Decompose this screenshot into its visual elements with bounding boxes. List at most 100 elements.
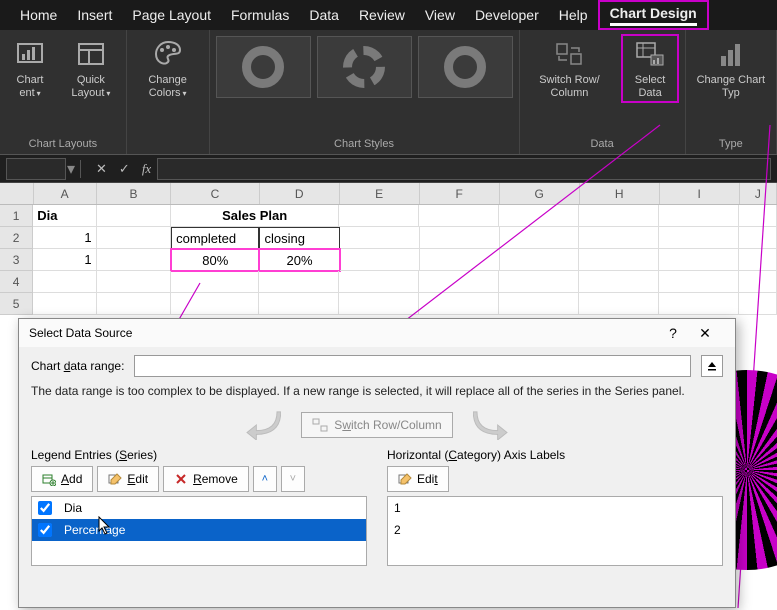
palette-icon bbox=[152, 38, 184, 70]
cell-C2[interactable]: completed bbox=[171, 227, 259, 249]
dialog-close-button[interactable]: ✕ bbox=[685, 325, 725, 342]
series-check-percentage[interactable] bbox=[38, 523, 52, 537]
series-check-dia[interactable] bbox=[38, 501, 52, 515]
series-row-dia[interactable]: Dia bbox=[32, 497, 366, 519]
cell-B2[interactable] bbox=[97, 227, 171, 249]
formula-input[interactable] bbox=[157, 158, 771, 180]
row-4[interactable]: 4 bbox=[0, 271, 33, 293]
edit-axis-button[interactable]: Edit bbox=[387, 466, 449, 492]
row-1[interactable]: 1 bbox=[0, 205, 33, 227]
cell-B1[interactable] bbox=[97, 205, 172, 227]
enter-formula-button[interactable]: ✓ bbox=[113, 161, 136, 177]
cancel-formula-button[interactable]: ✕ bbox=[90, 161, 113, 177]
cell-F2[interactable] bbox=[420, 227, 500, 249]
cell-I2[interactable] bbox=[659, 227, 739, 249]
tab-review[interactable]: Review bbox=[349, 0, 415, 30]
cell-C3[interactable]: 80% bbox=[171, 249, 259, 271]
chart-style-2[interactable] bbox=[317, 36, 412, 98]
tab-developer[interactable]: Developer bbox=[465, 0, 549, 30]
col-F[interactable]: F bbox=[420, 183, 500, 204]
dialog-help-button[interactable]: ? bbox=[661, 325, 685, 341]
cell-F3[interactable] bbox=[420, 249, 500, 271]
cell-F1[interactable] bbox=[419, 205, 499, 227]
cell-E3[interactable] bbox=[340, 249, 420, 271]
cell-H3[interactable] bbox=[579, 249, 659, 271]
data-range-label: Chart data range: bbox=[31, 359, 124, 373]
cell-G1[interactable] bbox=[499, 205, 579, 227]
tab-home[interactable]: Home bbox=[10, 0, 67, 30]
cell-D3[interactable]: 20% bbox=[259, 249, 339, 271]
col-G[interactable]: G bbox=[500, 183, 580, 204]
group-label-data: Data bbox=[526, 136, 679, 152]
change-colors-button[interactable]: Change Colors▾ bbox=[133, 34, 203, 99]
col-D[interactable]: D bbox=[260, 183, 340, 204]
collapse-dialog-button[interactable] bbox=[701, 355, 723, 377]
tab-view[interactable]: View bbox=[415, 0, 465, 30]
col-B[interactable]: B bbox=[97, 183, 171, 204]
remove-series-button[interactable]: Remove bbox=[163, 466, 249, 492]
select-all-corner[interactable] bbox=[0, 183, 34, 204]
fx-button[interactable]: fx bbox=[136, 161, 157, 177]
quick-layout-button[interactable]: Quick Layout▾ bbox=[62, 34, 120, 99]
add-chart-element-button[interactable]: Chart ent▾ bbox=[6, 34, 54, 99]
chart-type-icon bbox=[715, 38, 747, 70]
chart-style-1[interactable] bbox=[216, 36, 311, 98]
edit-series-button[interactable]: Edit bbox=[97, 466, 159, 492]
add-icon bbox=[42, 472, 56, 486]
group-label-styles: Chart Styles bbox=[216, 136, 513, 152]
switch-row-column-button[interactable]: Switch Row/ Column bbox=[526, 34, 614, 99]
axis-row-2[interactable]: 2 bbox=[388, 519, 722, 541]
col-H[interactable]: H bbox=[580, 183, 660, 204]
row-3[interactable]: 3 bbox=[0, 249, 33, 271]
select-data-dialog: Select Data Source ? ✕ Chart data range:… bbox=[18, 318, 736, 608]
edit-icon bbox=[108, 472, 122, 486]
name-box[interactable] bbox=[6, 158, 66, 180]
switch-row-column-dialog-button: Switch Row/Column bbox=[301, 412, 452, 438]
chart-style-3[interactable] bbox=[418, 36, 513, 98]
cell-D2[interactable]: closing bbox=[259, 227, 339, 249]
cell-G2[interactable] bbox=[500, 227, 580, 249]
tab-formulas[interactable]: Formulas bbox=[221, 0, 299, 30]
cell-E2[interactable] bbox=[340, 227, 420, 249]
cell-A2[interactable]: 1 bbox=[33, 227, 96, 249]
series-label: Percentage bbox=[64, 523, 125, 537]
cell-G3[interactable] bbox=[500, 249, 580, 271]
col-A[interactable]: A bbox=[34, 183, 97, 204]
col-E[interactable]: E bbox=[340, 183, 420, 204]
tab-page-layout[interactable]: Page Layout bbox=[122, 0, 221, 30]
cell-I1[interactable] bbox=[659, 205, 739, 227]
cell-B3[interactable] bbox=[97, 249, 171, 271]
cell-J3[interactable] bbox=[739, 249, 777, 271]
axis-listbox[interactable]: 1 2 bbox=[387, 496, 723, 566]
tab-help[interactable]: Help bbox=[549, 0, 598, 30]
cell-H1[interactable] bbox=[579, 205, 659, 227]
cell-H2[interactable] bbox=[579, 227, 659, 249]
cell-I3[interactable] bbox=[659, 249, 739, 271]
cell-J2[interactable] bbox=[739, 227, 777, 249]
row-5[interactable]: 5 bbox=[0, 293, 33, 315]
add-series-button[interactable]: Add bbox=[31, 466, 93, 492]
series-row-percentage[interactable]: Percentage bbox=[32, 519, 366, 541]
cell-A1[interactable]: Dia bbox=[33, 205, 96, 227]
col-C[interactable]: C bbox=[171, 183, 259, 204]
series-listbox[interactable]: Dia Percentage bbox=[31, 496, 367, 566]
col-J[interactable]: J bbox=[740, 183, 777, 204]
move-down-button[interactable]: ˅ bbox=[281, 466, 305, 492]
group-label-layouts: Chart Layouts bbox=[6, 136, 120, 152]
col-I[interactable]: I bbox=[660, 183, 740, 204]
axis-labels-label: Horizontal (Category) Axis Labels bbox=[387, 448, 723, 462]
change-chart-type-button[interactable]: Change Chart Typ bbox=[692, 34, 770, 99]
cell-A3[interactable]: 1 bbox=[33, 249, 96, 271]
move-up-button[interactable]: ˄ bbox=[253, 466, 277, 492]
axis-row-1[interactable]: 1 bbox=[388, 497, 722, 519]
select-data-button[interactable]: Select Data bbox=[621, 34, 678, 103]
cell-J1[interactable] bbox=[739, 205, 777, 227]
cell-C1[interactable]: Sales Plan bbox=[171, 205, 339, 227]
row-2[interactable]: 2 bbox=[0, 227, 33, 249]
data-range-input[interactable] bbox=[134, 355, 691, 377]
tab-data[interactable]: Data bbox=[299, 0, 349, 30]
tab-insert[interactable]: Insert bbox=[67, 0, 122, 30]
ribbon: Chart ent▾ Quick Layout▾ Chart Layouts C… bbox=[0, 30, 777, 155]
tab-chart-design[interactable]: Chart Design bbox=[598, 0, 709, 30]
cell-E1[interactable] bbox=[339, 205, 419, 227]
